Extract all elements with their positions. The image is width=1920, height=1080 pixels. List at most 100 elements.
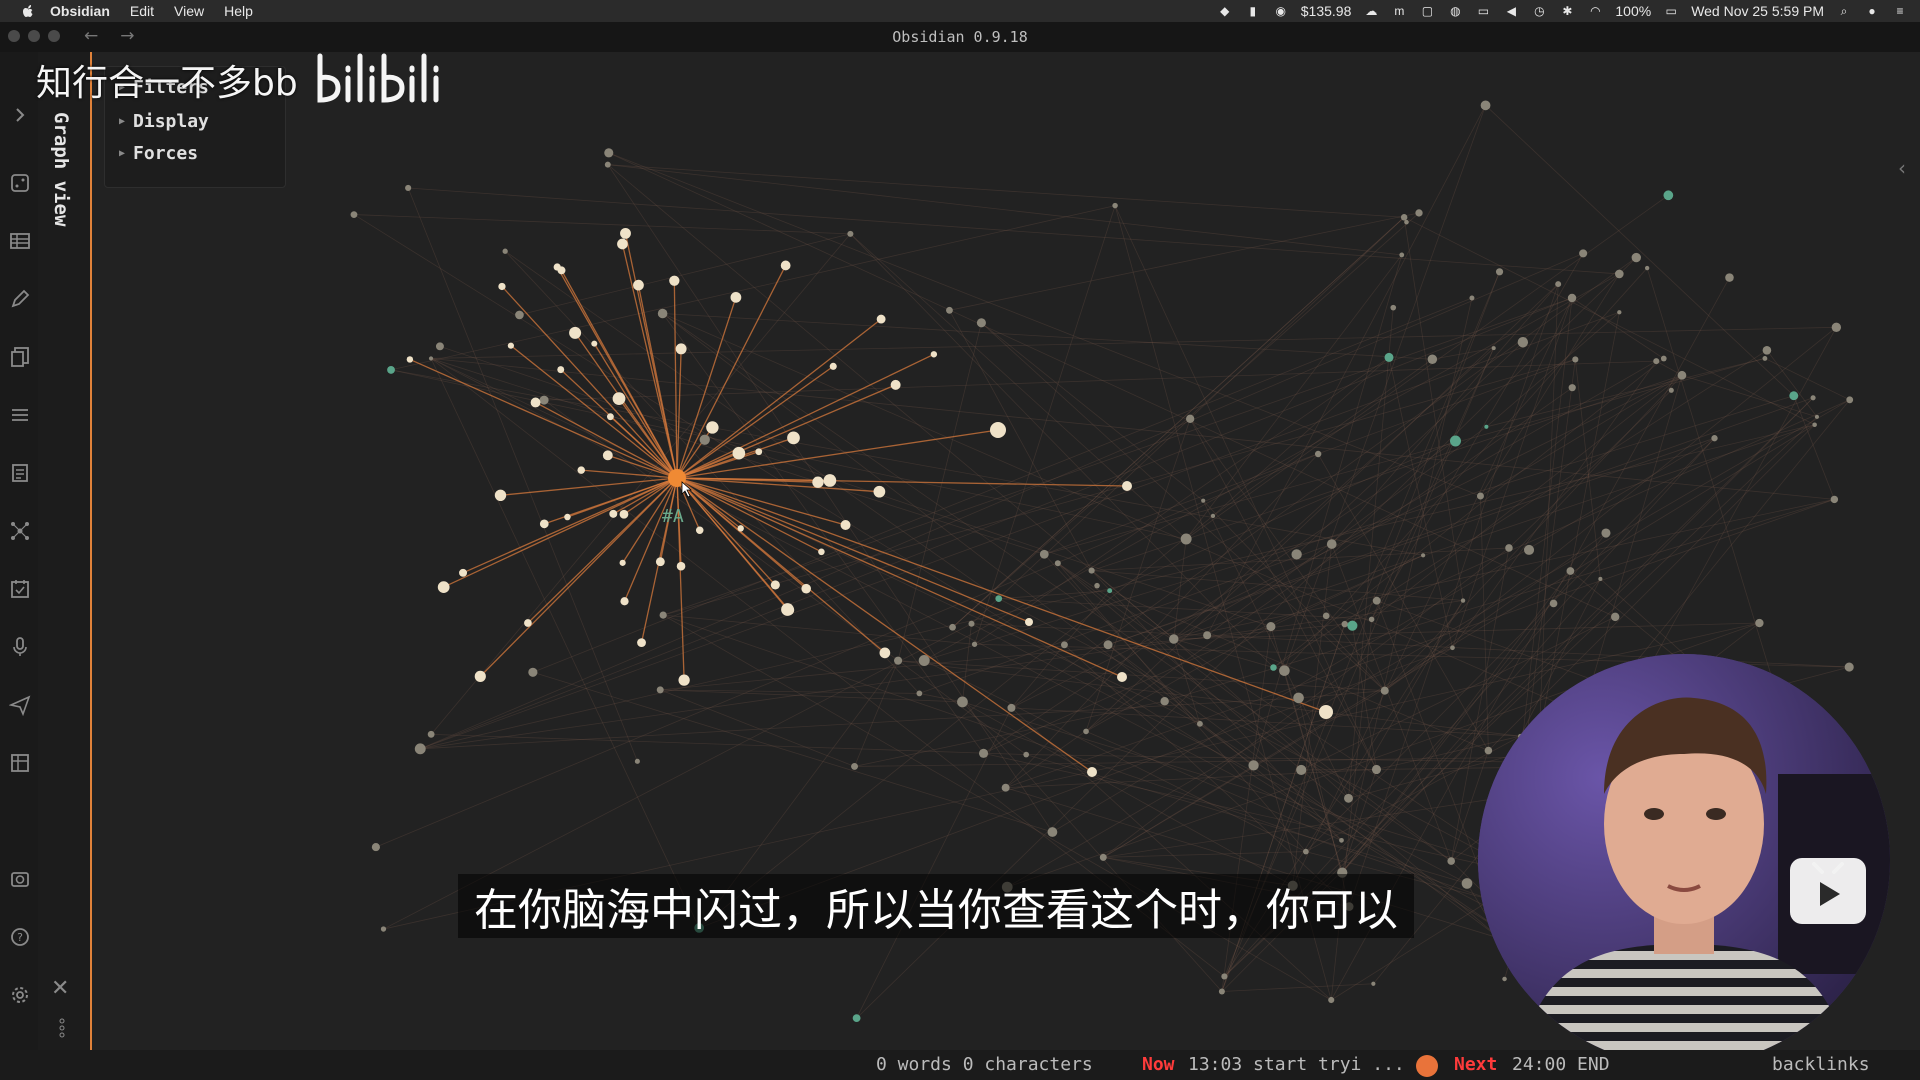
expand-sidebar-icon[interactable] [9, 104, 31, 126]
graph-node-linked[interactable] [494, 489, 507, 502]
graph-node[interactable] [1400, 214, 1408, 221]
graph-node[interactable] [1007, 703, 1016, 712]
graph-node-linked[interactable] [1087, 767, 1097, 777]
graph-node[interactable] [1371, 764, 1382, 775]
graph-node[interactable] [1617, 310, 1622, 315]
graph-node-linked[interactable] [612, 392, 626, 406]
graph-node[interactable] [1201, 498, 1206, 503]
timer-indicator-icon[interactable] [1416, 1055, 1438, 1077]
graph-node-linked[interactable] [591, 340, 598, 347]
graph-node-linked[interactable] [755, 448, 763, 456]
graph-node-linked[interactable] [879, 647, 891, 659]
graph-icon[interactable] [9, 520, 31, 542]
graph-node-linked[interactable] [620, 597, 629, 606]
graph-node[interactable] [995, 595, 1003, 603]
graph-node[interactable] [978, 748, 989, 758]
apple-icon[interactable] [20, 3, 36, 19]
graph-node[interactable] [1812, 422, 1817, 428]
graph-node[interactable] [699, 434, 710, 445]
menu-edit[interactable]: Edit [130, 3, 154, 19]
graph-node[interactable] [1180, 533, 1192, 545]
graph-node[interactable] [1326, 539, 1337, 549]
graph-node[interactable] [1384, 352, 1394, 362]
send-icon[interactable] [8, 694, 31, 717]
graph-node[interactable] [1476, 492, 1484, 500]
graph-node-linked[interactable] [930, 351, 938, 358]
graph-node[interactable] [1344, 793, 1353, 803]
graph-node[interactable] [1047, 827, 1058, 837]
globe-icon[interactable]: ◍ [1447, 4, 1463, 18]
graph-node[interactable] [1404, 219, 1409, 225]
menu-obsidian[interactable]: Obsidian [50, 3, 110, 19]
graph-node[interactable] [1844, 662, 1854, 672]
graph-node-linked[interactable] [602, 450, 613, 461]
graph-node[interactable] [894, 656, 903, 665]
graph-node[interactable] [1762, 355, 1768, 361]
menu-view[interactable]: View [174, 3, 204, 19]
graph-node-linked[interactable] [780, 260, 791, 271]
collapse-right-icon[interactable]: ‹ [1898, 156, 1906, 180]
graph-node[interactable] [1270, 664, 1277, 671]
bluetooth-icon[interactable]: ✱ [1559, 4, 1575, 18]
graph-node[interactable] [656, 686, 664, 694]
graph-node[interactable] [1610, 612, 1620, 622]
graph-node[interactable] [634, 758, 640, 764]
graph-node[interactable] [1088, 567, 1095, 574]
graph-node-linked[interactable] [620, 227, 631, 239]
graph-node[interactable] [1099, 853, 1107, 861]
graph-node[interactable] [1555, 281, 1562, 288]
graph-node[interactable] [1755, 618, 1764, 628]
graph-node-linked[interactable] [459, 568, 468, 577]
graph-node[interactable] [916, 690, 923, 697]
graph-node[interactable] [1160, 696, 1169, 706]
table-icon[interactable] [9, 230, 31, 252]
graph-node-linked[interactable] [675, 343, 687, 355]
pencil-icon[interactable] [9, 288, 31, 310]
graph-node[interactable] [957, 696, 968, 708]
graph-node-linked[interactable] [609, 509, 618, 518]
date-time[interactable]: Wed Nov 25 5:59 PM [1691, 3, 1824, 19]
graph-node[interactable] [371, 842, 380, 852]
graph-node-linked[interactable] [637, 638, 646, 648]
graph-node[interactable] [1328, 996, 1335, 1004]
graph-node-linked[interactable] [783, 604, 795, 616]
graph-node[interactable] [1601, 528, 1611, 538]
search-icon[interactable]: ⌕ [1836, 4, 1852, 18]
graph-node[interactable] [502, 248, 508, 254]
graph-node-linked[interactable] [890, 379, 901, 390]
status-icon[interactable]: ▮ [1245, 4, 1261, 18]
graph-node[interactable] [1762, 345, 1772, 355]
graph-node[interactable] [1023, 751, 1030, 758]
graph-node[interactable] [847, 230, 854, 237]
graph-node[interactable] [1112, 202, 1118, 209]
graph-node[interactable] [1480, 100, 1491, 111]
graph-node[interactable] [1322, 612, 1330, 620]
graph-node-linked[interactable] [569, 326, 582, 339]
graph-node[interactable] [1415, 209, 1423, 217]
graph-node[interactable] [1103, 640, 1113, 650]
graph-node[interactable] [1203, 631, 1212, 640]
graph-node-linked[interactable] [437, 581, 450, 593]
graph-node-linked[interactable] [1319, 705, 1333, 719]
graph-node[interactable] [1303, 848, 1309, 855]
graph-node[interactable] [1279, 665, 1290, 676]
graph-node-linked[interactable] [524, 619, 532, 627]
graph-node[interactable] [1663, 190, 1674, 201]
graph-node-linked[interactable] [873, 485, 886, 498]
graph-node[interactable] [1447, 857, 1455, 865]
graph-node-linked[interactable] [498, 282, 506, 291]
lock-icon[interactable]: ▢ [1419, 4, 1435, 18]
wifi-icon[interactable]: ◠ [1587, 4, 1603, 18]
graph-node[interactable] [1567, 293, 1577, 303]
graph-node-linked[interactable] [619, 509, 629, 519]
graph-node[interactable] [1491, 346, 1496, 351]
graph-node-linked[interactable] [840, 519, 851, 530]
graph-node[interactable] [949, 623, 956, 631]
graph-node[interactable] [1347, 620, 1358, 631]
stock-price[interactable]: $135.98 [1301, 3, 1352, 19]
graph-node[interactable] [1054, 560, 1061, 567]
graph-node[interactable] [1060, 641, 1068, 649]
graph-node[interactable] [1218, 988, 1225, 995]
calendar-icon[interactable] [9, 578, 31, 600]
volume-icon[interactable]: ◀ [1503, 4, 1519, 18]
